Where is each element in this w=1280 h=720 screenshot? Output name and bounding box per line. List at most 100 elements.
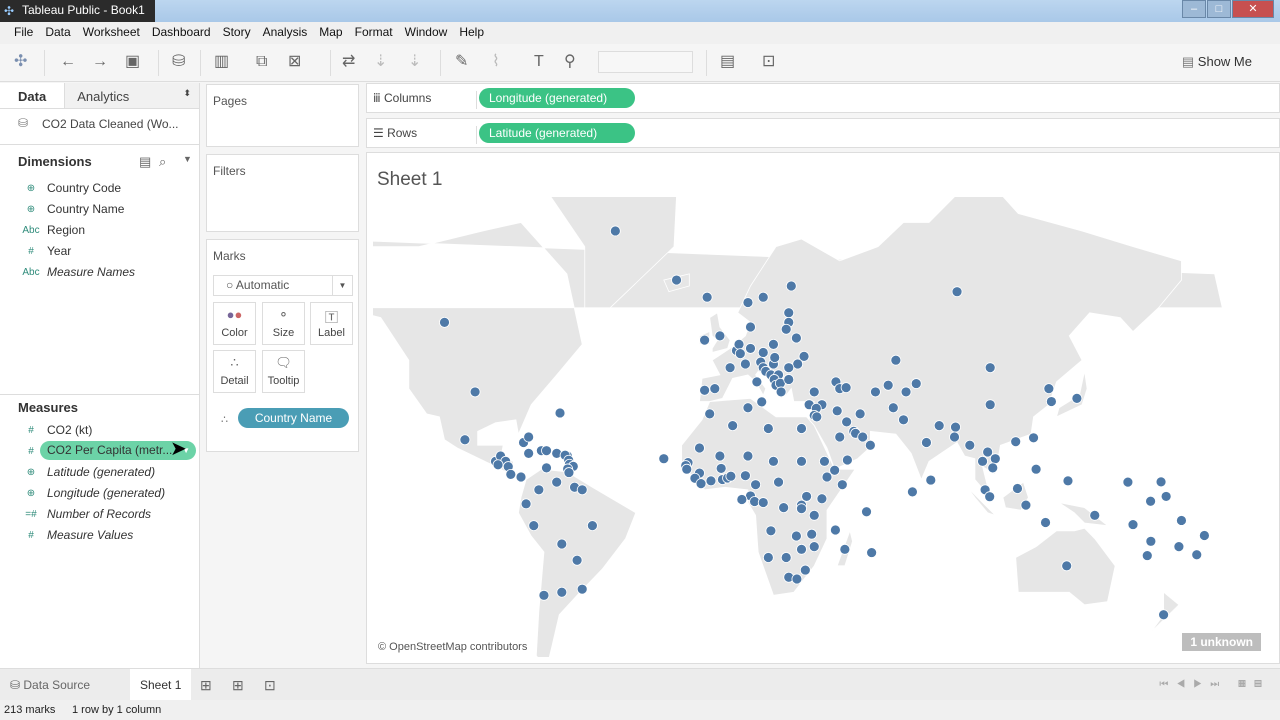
country-mark[interactable] — [836, 479, 848, 491]
tab-data[interactable]: Data — [0, 83, 65, 108]
country-mark[interactable] — [576, 484, 588, 496]
country-mark[interactable] — [1141, 550, 1153, 561]
country-mark[interactable] — [439, 316, 450, 328]
country-mark[interactable] — [816, 493, 828, 505]
country-mark[interactable] — [1040, 517, 1051, 528]
sheet-1-tab[interactable]: Sheet 1 — [130, 669, 192, 701]
country-mark[interactable] — [695, 478, 707, 490]
field-year[interactable]: # Year — [0, 241, 199, 262]
country-mark[interactable] — [951, 286, 963, 298]
country-mark[interactable] — [861, 506, 872, 518]
country-mark[interactable] — [773, 476, 784, 488]
sort-ascending-icon[interactable]: ⇣ — [374, 52, 387, 72]
color-button[interactable]: ●● Color — [213, 302, 256, 345]
data-source-tab[interactable]: ⛁ Data Source — [0, 669, 130, 701]
country-mark[interactable] — [808, 541, 820, 553]
country-mark[interactable] — [1010, 436, 1022, 448]
menu-help[interactable]: Help — [453, 22, 490, 44]
menu-story[interactable]: Story — [217, 22, 257, 44]
country-mark[interactable] — [898, 414, 909, 426]
country-mark[interactable] — [780, 323, 792, 335]
country-mark[interactable] — [556, 538, 568, 550]
country-mark[interactable] — [950, 421, 961, 433]
country-mark[interactable] — [989, 453, 1001, 465]
country-mark[interactable] — [699, 384, 711, 396]
close-button[interactable]: ✕ — [1232, 0, 1274, 18]
country-mark[interactable] — [586, 520, 598, 532]
new-dashboard-icon[interactable]: ⊞ — [222, 669, 254, 701]
minimize-button[interactable]: – — [1182, 0, 1206, 18]
undo-icon[interactable]: ← — [60, 52, 76, 72]
country-mark[interactable] — [571, 554, 583, 566]
country-mark[interactable] — [739, 470, 751, 482]
country-mark[interactable] — [1043, 383, 1055, 395]
country-mark[interactable] — [841, 454, 853, 466]
presentation-mode-icon[interactable]: ⊡ — [762, 52, 775, 72]
country-mark[interactable] — [714, 330, 726, 342]
country-mark[interactable] — [768, 455, 779, 467]
tab-navigation-arrows[interactable]: ⏮◀▶⏭ ▦▤ — [1149, 669, 1280, 701]
filters-card[interactable]: Filters — [206, 154, 359, 232]
country-mark[interactable] — [762, 552, 774, 563]
country-mark[interactable] — [751, 376, 763, 388]
save-icon[interactable]: ▣ — [125, 52, 140, 72]
country-mark[interactable] — [808, 386, 820, 398]
field-region[interactable]: Abc Region — [0, 220, 199, 241]
country-mark[interactable] — [949, 431, 960, 443]
country-mark[interactable] — [977, 455, 988, 467]
country-mark[interactable] — [791, 573, 803, 585]
new-data-source-icon[interactable]: ⛁ — [172, 52, 185, 72]
country-mark[interactable] — [834, 431, 846, 443]
country-mark[interactable] — [1145, 535, 1157, 547]
country-mark[interactable] — [705, 475, 717, 487]
country-mark[interactable] — [854, 408, 866, 420]
country-mark[interactable] — [819, 455, 830, 467]
country-mark[interactable] — [783, 362, 795, 374]
country-mark[interactable] — [887, 402, 899, 414]
country-mark[interactable] — [1199, 530, 1210, 541]
country-mark[interactable] — [724, 362, 736, 374]
datasource-item[interactable]: ⛁ CO2 Data Cleaned (Wo... — [0, 109, 199, 145]
chevron-down-icon[interactable]: ▼ — [183, 154, 192, 164]
detail-button[interactable]: ∴ Detail — [213, 350, 256, 393]
menu-format[interactable]: Format — [349, 22, 399, 44]
columns-shelf[interactable]: ⅲ Columns Longitude (generated) — [366, 83, 1280, 113]
country-mark[interactable] — [1062, 475, 1074, 487]
country-mark[interactable] — [1173, 541, 1185, 553]
country-mark[interactable] — [757, 347, 769, 358]
country-mark[interactable] — [1176, 515, 1187, 526]
country-mark[interactable] — [1071, 392, 1083, 404]
country-mark[interactable] — [790, 332, 802, 344]
unknown-indicator[interactable]: 1 unknown — [1182, 633, 1261, 651]
country-mark[interactable] — [910, 378, 922, 389]
sort-descending-icon[interactable]: ⇣ — [408, 52, 421, 72]
country-mark[interactable] — [864, 439, 876, 451]
country-mark[interactable] — [1030, 463, 1042, 475]
country-mark[interactable] — [866, 547, 878, 558]
country-mark[interactable] — [756, 396, 768, 408]
show-cards-icon[interactable]: ▤ — [720, 52, 735, 72]
country-mark[interactable] — [714, 450, 726, 462]
country-mark[interactable] — [790, 530, 802, 542]
country-mark[interactable] — [681, 463, 693, 475]
maximize-button[interactable]: □ — [1207, 0, 1231, 18]
field-latitude[interactable]: ⊕ Latitude (generated) — [0, 462, 200, 483]
country-mark[interactable] — [1160, 491, 1172, 502]
swap-rows-columns-icon[interactable]: ⇄ — [342, 52, 355, 72]
country-mark[interactable] — [806, 528, 818, 540]
menu-map[interactable]: Map — [313, 22, 348, 44]
fit-dropdown[interactable] — [598, 51, 693, 73]
country-mark[interactable] — [556, 586, 568, 598]
country-mark[interactable] — [907, 486, 918, 498]
country-mark[interactable] — [769, 352, 781, 363]
country-mark[interactable] — [459, 434, 471, 446]
country-mark[interactable] — [563, 467, 575, 478]
country-mark[interactable] — [520, 498, 532, 510]
new-story-icon[interactable]: ⊡ — [254, 669, 286, 701]
list-view-icon[interactable]: ▤ — [139, 154, 151, 170]
menu-file[interactable]: File — [8, 22, 39, 44]
country-mark[interactable] — [701, 291, 713, 303]
country-mark[interactable] — [733, 338, 745, 350]
country-mark[interactable] — [768, 338, 779, 350]
country-mark[interactable] — [715, 463, 727, 474]
